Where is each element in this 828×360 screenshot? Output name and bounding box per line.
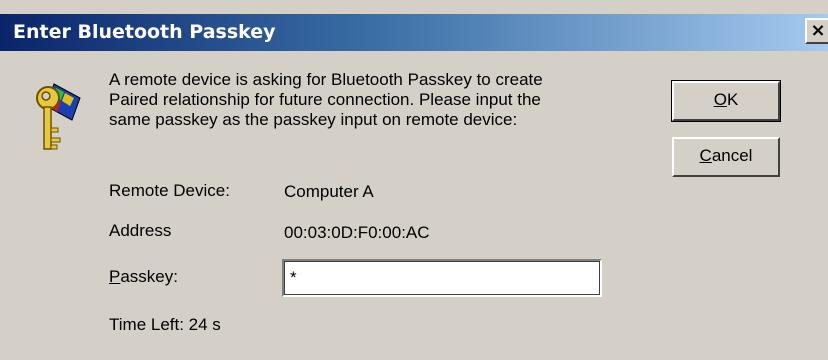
window-title: Enter Bluetooth Passkey (13, 21, 276, 43)
ok-button[interactable]: OK (671, 80, 781, 122)
cancel-button[interactable]: Cancel (672, 137, 780, 177)
passkey-input[interactable] (282, 259, 602, 297)
prompt-line: A remote device is asking for Bluetooth … (109, 70, 543, 89)
title-bar[interactable]: Enter Bluetooth Passkey × (0, 14, 828, 51)
passkey-label: Passkey: (109, 266, 178, 288)
prompt-message: A remote device is asking for Bluetooth … (109, 70, 649, 130)
prompt-line: Paired relationship for future connectio… (109, 90, 541, 109)
key-bluetooth-icon (36, 83, 81, 150)
ok-button-text: K (726, 90, 739, 109)
ok-button-accesskey: O (713, 90, 727, 109)
remote-device-label: Remote Device: (109, 181, 230, 200)
passkey-label-accesskey: P (109, 267, 121, 286)
cancel-button-accesskey: C (699, 146, 712, 165)
prompt-line: same passkey as the passkey input on rem… (109, 110, 518, 129)
close-button[interactable]: × (805, 18, 828, 44)
bluetooth-passkey-dialog: Enter Bluetooth Passkey × A remote devic… (0, 0, 828, 360)
key-icon (36, 86, 61, 150)
remote-device-value: Computer A (284, 182, 374, 201)
address-label: Address (109, 221, 172, 240)
close-icon: × (810, 20, 826, 41)
passkey-label-text: asskey: (120, 267, 178, 286)
cancel-button-text: ancel (711, 146, 753, 165)
address-value: 00:03:0D:F0:00:AC (284, 223, 430, 242)
time-left-status: Time Left: 24 s (109, 315, 221, 334)
